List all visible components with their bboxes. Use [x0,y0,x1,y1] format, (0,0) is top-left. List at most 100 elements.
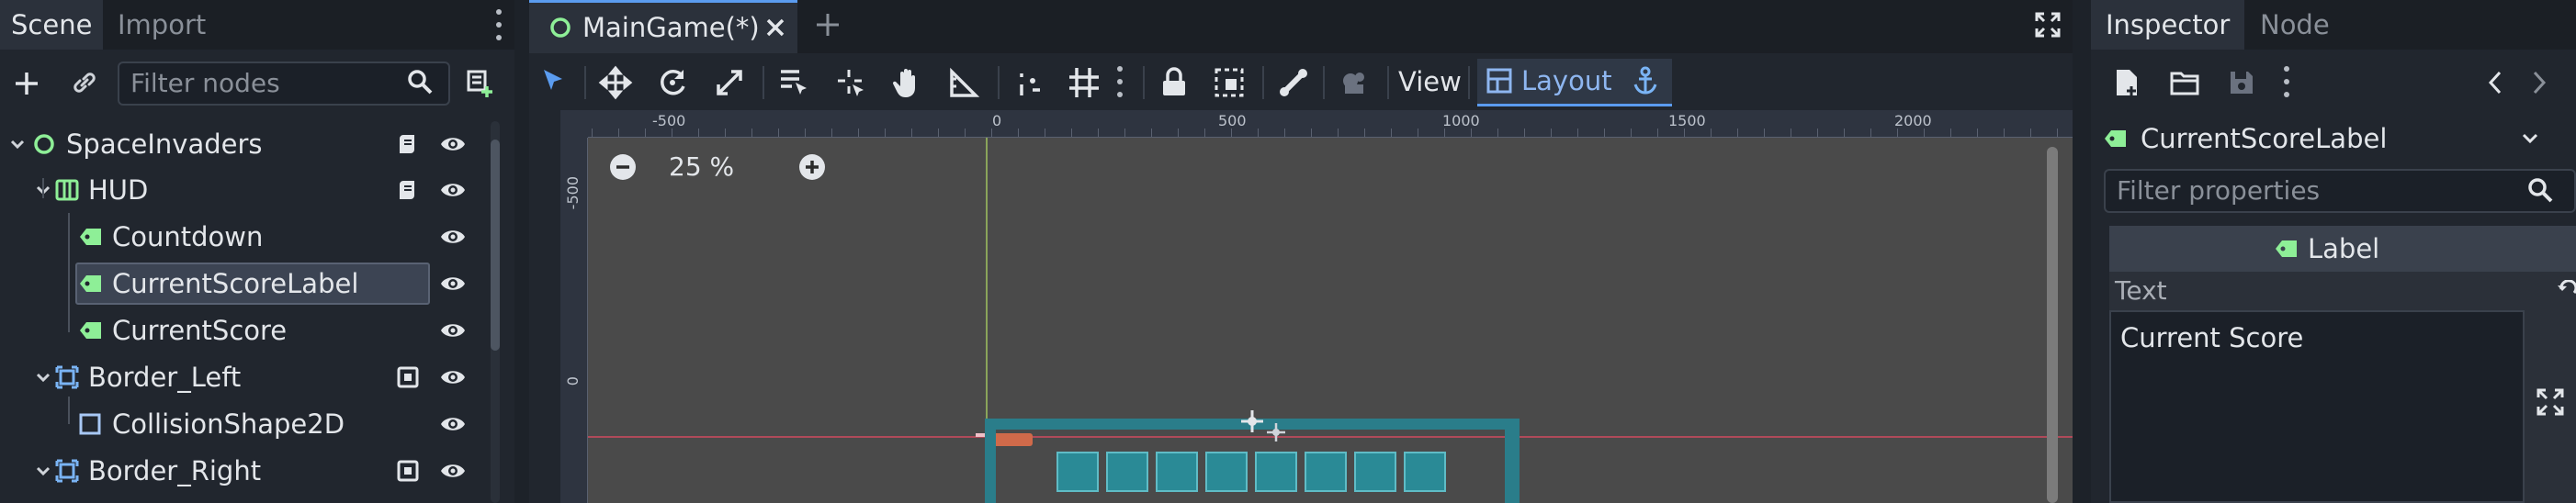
chevron-down-icon[interactable] [9,136,26,152]
text-property-editor[interactable]: Current Score [2109,310,2525,503]
snap-options-icon[interactable] [1117,66,1124,99]
tab-inspector[interactable]: Inspector [2091,0,2245,50]
chevron-down-icon[interactable] [35,369,51,386]
visibility-eye-icon[interactable] [439,132,467,156]
ruler-mode-icon[interactable] [944,62,985,103]
script-icon[interactable] [395,178,419,202]
ruler-tick-label: -500 [564,176,582,210]
node-selector[interactable]: CurrentScoreLabel [2104,116,2576,162]
visibility-eye-icon[interactable] [439,225,467,249]
view-menu[interactable]: View [1398,53,1462,110]
inspector-options-icon[interactable] [2284,66,2291,99]
tree-row-currentscore[interactable]: CurrentScore [0,307,478,353]
layout-grid-icon [1486,68,1512,94]
canvas-viewport[interactable]: -500 0 500 1000 1500 2000 -500 0 25 % [560,110,2073,503]
filter-properties-input[interactable]: Filter properties [2104,169,2576,213]
visibility-eye-icon[interactable] [439,412,467,436]
ruler-tick-label: 2000 [1894,112,1932,129]
ruler-edge [587,110,588,503]
tree-row-currentscorelabel[interactable]: CurrentScoreLabel [0,261,478,307]
tree-row-countdown[interactable]: Countdown [0,214,478,260]
visibility-eye-icon[interactable] [439,365,467,389]
close-icon[interactable] [764,17,786,39]
layout-menu[interactable]: Layout [1477,59,1672,106]
skeleton-bone-icon[interactable] [1273,62,1314,103]
list-select-icon[interactable] [774,62,814,103]
x-axis-line [588,436,2073,438]
property-label: Text [2115,275,2167,306]
pan-hand-icon[interactable] [887,62,928,103]
invader-sprite[interactable] [1205,452,1248,492]
save-icon[interactable] [2229,70,2254,95]
ruler-tick-label: 0 [564,376,582,386]
border-right[interactable] [1505,419,1520,503]
anchor-icon[interactable] [1632,66,1659,95]
chevron-down-icon[interactable] [2521,130,2539,147]
viewport-scrollbar[interactable] [2047,147,2058,503]
zoom-out-icon[interactable] [608,152,638,182]
tab-import[interactable]: Import [107,0,217,50]
tree-row-border-right[interactable]: Border_Right [0,448,478,494]
tree-row-border-left[interactable]: Border_Left [0,354,478,400]
pivot-mode-icon[interactable] [830,62,871,103]
move-handle-icon[interactable] [1240,409,1264,433]
history-back-icon[interactable] [2486,70,2504,95]
grid-snap-icon[interactable] [1064,62,1104,103]
add-node-icon[interactable] [13,70,40,97]
label-icon [79,227,103,247]
scene-tree-scrollbar[interactable] [491,121,500,503]
border-left[interactable] [985,419,996,503]
label-icon [2275,239,2299,259]
open-folder-icon[interactable] [2170,70,2199,95]
zoom-in-icon[interactable] [797,152,827,182]
scene-dock-menu-icon[interactable] [496,9,503,42]
history-forward-icon[interactable] [2530,70,2548,95]
visibility-eye-icon[interactable] [439,178,467,202]
tab-scene[interactable]: Scene [0,0,104,50]
signal-icon[interactable] [397,460,419,482]
label-section-header[interactable]: Label [2109,226,2576,272]
tree-row-spaceinvaders[interactable]: SpaceInvaders [0,121,478,167]
instance-scene-icon[interactable] [463,68,494,99]
signal-icon[interactable] [397,366,419,388]
fullscreen-icon[interactable] [2034,11,2062,39]
select-mode-icon[interactable] [533,62,573,103]
revert-icon[interactable] [2556,280,2576,302]
current-score-label-node[interactable] [990,433,1033,446]
move-mode-icon[interactable] [595,62,636,103]
filter-properties-placeholder: Filter properties [2117,175,2321,206]
toolbar-separator [1468,66,1470,99]
invader-sprite[interactable] [1156,452,1198,492]
scrollbar-thumb[interactable] [491,140,500,351]
invader-sprite[interactable] [1056,452,1099,492]
expand-editor-icon[interactable] [2536,387,2565,417]
zoom-level[interactable]: 25 % [669,151,734,184]
script-icon[interactable] [395,132,419,156]
tree-row-collisionshape2d[interactable]: CollisionShape2D [0,401,478,447]
tab-maingame[interactable]: MainGame(*) [529,0,797,53]
invader-sprite[interactable] [1305,452,1347,492]
tree-row-hud[interactable]: HUD [0,167,478,213]
visibility-eye-icon[interactable] [439,319,467,342]
scale-mode-icon[interactable] [709,62,750,103]
rotate-mode-icon[interactable] [652,62,693,103]
filter-nodes-input[interactable]: Filter nodes [118,61,450,106]
link-icon[interactable] [70,68,99,97]
visibility-eye-icon[interactable] [439,272,467,296]
invader-sprite[interactable] [1354,452,1396,492]
invader-sprite[interactable] [1106,452,1148,492]
pivot-handle-icon[interactable] [1266,422,1286,442]
scrollbar-thumb[interactable] [2047,147,2058,503]
chevron-down-icon[interactable] [35,463,51,479]
new-scene-tab-icon[interactable] [814,11,842,39]
invader-sprite[interactable] [1255,452,1297,492]
invader-sprite[interactable] [1404,452,1446,492]
visibility-eye-icon[interactable] [439,459,467,483]
tree-row-label: SpaceInvaders [66,129,263,160]
smart-snap-icon[interactable] [1011,62,1051,103]
camera-override-icon[interactable] [1334,62,1374,103]
lock-icon[interactable] [1154,62,1194,103]
group-icon[interactable] [1209,62,1249,103]
tab-node[interactable]: Node [2249,0,2341,50]
new-resource-icon[interactable] [2113,68,2141,97]
